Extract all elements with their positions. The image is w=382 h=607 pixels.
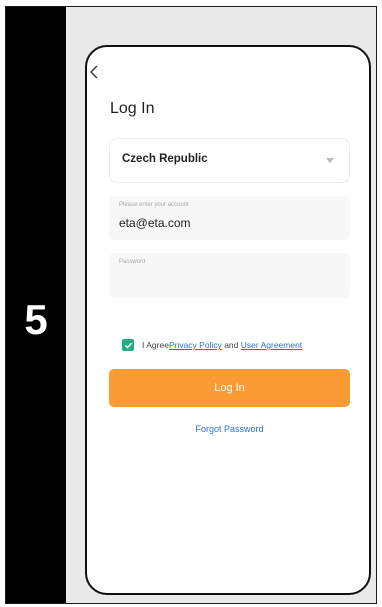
step-number: 5 xyxy=(24,296,48,343)
back-icon[interactable] xyxy=(88,64,102,80)
check-icon xyxy=(124,342,132,349)
agreement-row: I Agree Privacy Policy and User Agreemen… xyxy=(122,338,302,352)
user-agreement-link[interactable]: User Agreement xyxy=(241,340,302,350)
account-input[interactable] xyxy=(119,216,339,230)
forgot-password-link[interactable]: Forgot Password xyxy=(109,424,350,434)
country-select[interactable]: Czech Republic xyxy=(109,138,350,183)
dropdown-icon xyxy=(326,158,334,163)
account-label: Please enter your account xyxy=(119,202,189,208)
account-field[interactable]: Please enter your account xyxy=(109,196,350,240)
phone-frame xyxy=(85,45,371,595)
agree-and: and xyxy=(221,340,241,350)
agree-prefix: I Agree xyxy=(142,340,169,350)
password-field[interactable]: Password xyxy=(109,253,350,298)
privacy-policy-link[interactable]: Privacy Policy xyxy=(169,340,222,350)
country-value: Czech Republic xyxy=(122,153,208,165)
login-button[interactable]: Log In xyxy=(109,369,350,407)
page-title: Log In xyxy=(110,100,155,117)
password-input[interactable] xyxy=(119,273,339,287)
password-label: Password xyxy=(119,259,146,265)
agree-checkbox[interactable] xyxy=(122,339,134,351)
